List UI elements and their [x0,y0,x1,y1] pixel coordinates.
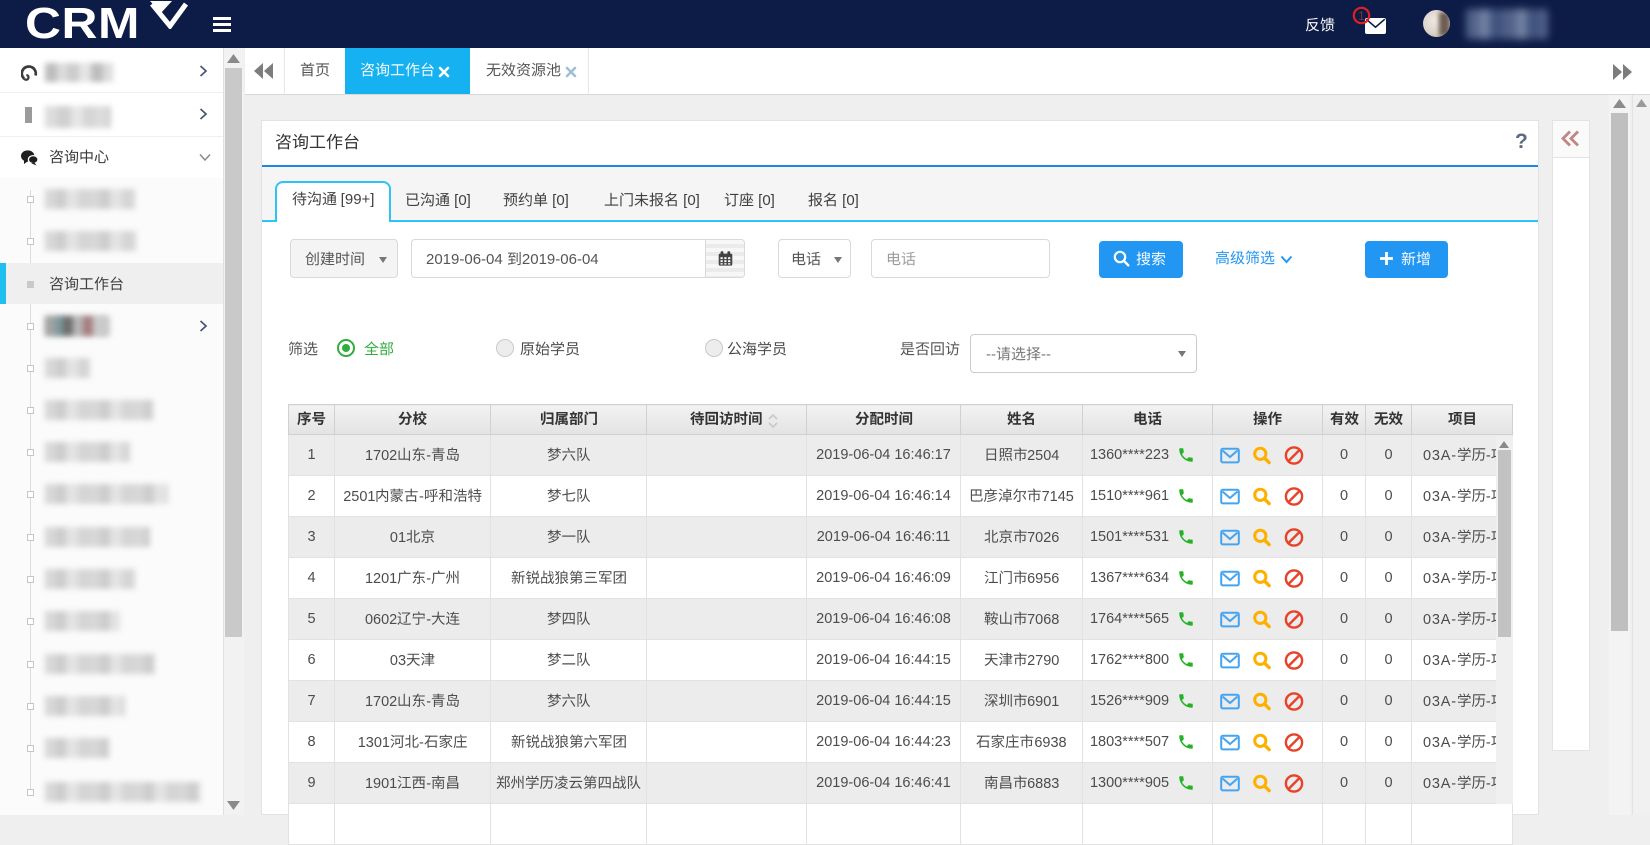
svg-text:1: 1 [1358,11,1364,23]
